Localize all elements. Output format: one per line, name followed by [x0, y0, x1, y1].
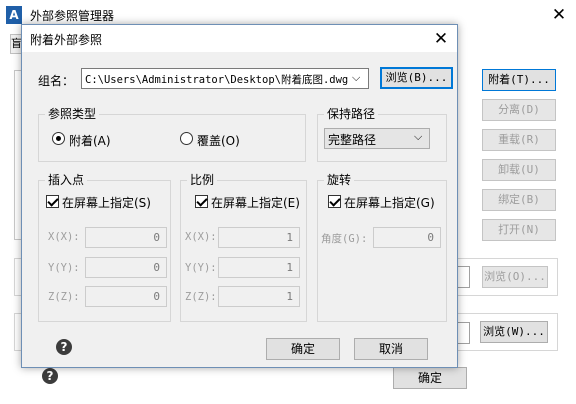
scale-specify-checkbox[interactable] [195, 195, 208, 208]
insert-z-label: Z(Z): [48, 291, 80, 303]
name-label: 组名： [38, 74, 75, 88]
cancel-button[interactable]: 取消 [354, 338, 428, 360]
chevron-down-icon: ⌵ [352, 71, 361, 84]
attach-xref-button[interactable]: 附着(T)... [482, 69, 556, 91]
path-type-title: 保持路径 [324, 106, 379, 122]
rotation-title: 旋转 [324, 172, 355, 188]
insert-specify-label: 在屏幕上指定(S) [62, 196, 151, 210]
name-value: C:\Users\Administrator\Desktop\附着底图.dwg [85, 74, 349, 86]
insert-specify-checkbox[interactable] [46, 195, 59, 208]
scale-y-label: Y(Y): [185, 262, 217, 274]
rotation-specify-label: 在屏幕上指定(G) [344, 196, 435, 210]
browse-w-button[interactable]: 浏览(W)... [480, 321, 548, 343]
path-type-value: 完整路径 [328, 133, 377, 147]
window-title: 外部参照管理器 [30, 9, 115, 23]
ok-button[interactable]: 确定 [266, 338, 340, 360]
rotation-specify-checkbox[interactable] [328, 195, 341, 208]
close-icon[interactable]: ✕ [548, 4, 570, 26]
angle-label: 角度(G): [321, 233, 368, 245]
open-button[interactable]: 打开(N) [482, 219, 556, 241]
path-type-select[interactable]: 完整路径 ⌵ [324, 128, 430, 149]
browse-o-button[interactable]: 浏览(O)... [482, 266, 548, 288]
insert-x-label: X(X): [48, 231, 80, 243]
scale-z-input[interactable]: 1 [218, 286, 300, 307]
unload-button[interactable]: 卸载(U) [482, 159, 556, 181]
bg-ok-button[interactable]: 确定 [393, 367, 467, 389]
attach-radio[interactable] [52, 132, 65, 145]
overlay-radio-label: 覆盖(O) [197, 134, 240, 148]
name-combobox[interactable]: C:\Users\Administrator\Desktop\附着底图.dwg … [81, 68, 369, 89]
scale-specify-label: 在屏幕上指定(E) [211, 196, 300, 210]
reload-button[interactable]: 重载(R) [482, 129, 556, 151]
help-icon[interactable]: ? [42, 368, 58, 384]
ref-type-title: 参照类型 [45, 106, 100, 122]
attach-radio-label: 附着(A) [69, 134, 111, 148]
insert-x-input[interactable]: 0 [85, 227, 167, 248]
overlay-radio[interactable] [180, 132, 193, 145]
insert-point-title: 插入点 [45, 172, 88, 188]
attach-xref-dialog: 附着外部参照 ✕ 组名： C:\Users\Administrator\Desk… [21, 24, 458, 368]
bind-button[interactable]: 绑定(B) [482, 189, 556, 211]
insert-z-input[interactable]: 0 [85, 286, 167, 307]
app-icon: A [6, 6, 22, 24]
dialog-close-icon[interactable]: ✕ [430, 28, 452, 50]
insert-y-input[interactable]: 0 [85, 257, 167, 278]
scale-x-input[interactable]: 1 [218, 227, 300, 248]
insert-y-label: Y(Y): [48, 262, 80, 274]
chevron-down-icon: ⌵ [414, 130, 423, 143]
detach-button[interactable]: 分离(D) [482, 99, 556, 121]
scale-y-input[interactable]: 1 [218, 257, 300, 278]
help-icon[interactable]: ? [56, 339, 72, 355]
scale-z-label: Z(Z): [185, 291, 217, 303]
browse-b-button[interactable]: 浏览(B)... [380, 67, 453, 89]
scale-title: 比例 [187, 172, 218, 188]
scale-x-label: X(X): [185, 231, 217, 243]
angle-input[interactable]: 0 [373, 227, 441, 248]
dialog-title: 附着外部参照 [30, 33, 103, 47]
